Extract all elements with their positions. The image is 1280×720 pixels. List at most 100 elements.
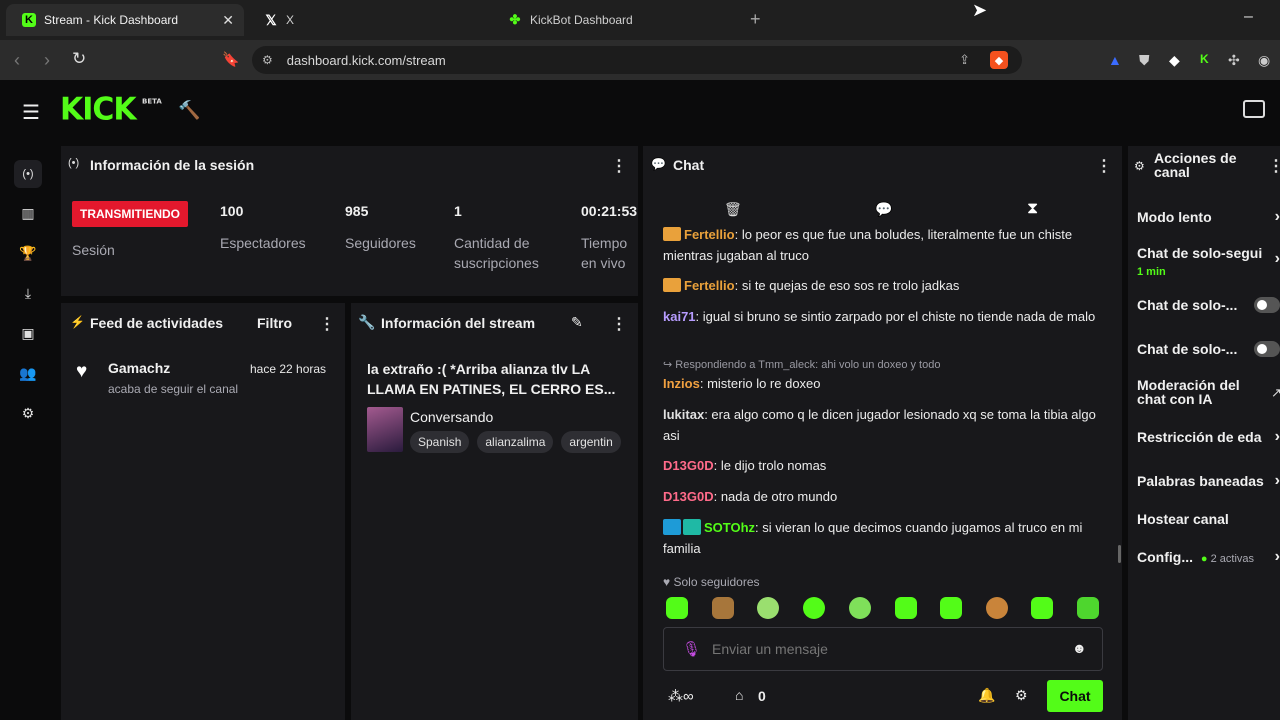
- actions-menu-icon[interactable]: ⋮: [1268, 156, 1280, 176]
- chat-username[interactable]: D13G0D: [663, 458, 714, 473]
- subs-chat-toggle[interactable]: [1254, 297, 1280, 313]
- action-followers-chat[interactable]: Chat de solo-segui › 1 min: [1137, 245, 1280, 280]
- chat-username[interactable]: Fertellio: [684, 278, 735, 293]
- share-icon[interactable]: ⇪: [959, 52, 970, 68]
- chat-username[interactable]: SOTOhz: [704, 520, 755, 535]
- emote-icon[interactable]: [940, 597, 962, 619]
- menu-icon[interactable]: ☰: [22, 100, 40, 125]
- extension-diamond-icon[interactable]: ◆: [1169, 52, 1180, 69]
- chat-username[interactable]: D13G0D: [663, 489, 714, 504]
- download-icon[interactable]: ⤓: [16, 281, 40, 305]
- analytics-icon[interactable]: ▥: [16, 201, 40, 225]
- chat-bubble-icon: 💬: [651, 157, 666, 171]
- action-age-restriction[interactable]: Restricción de eda ›: [1137, 429, 1280, 448]
- chat-username[interactable]: lukitax: [663, 407, 704, 422]
- extension-kick-icon[interactable]: K: [1200, 52, 1209, 66]
- session-menu-icon[interactable]: ⋮: [611, 156, 627, 176]
- action-label: Hostear canal: [1137, 511, 1229, 527]
- settings-icon[interactable]: ⚙: [16, 401, 40, 425]
- community-icon[interactable]: 👥: [16, 361, 40, 385]
- reload-icon[interactable]: ↻: [72, 49, 86, 69]
- emote-icon[interactable]: [757, 597, 779, 619]
- action-config[interactable]: Config... ● 2 activas ›: [1137, 549, 1280, 567]
- action-label: Chat de solo-...: [1137, 297, 1238, 313]
- trophy-icon[interactable]: 🏆: [16, 241, 40, 265]
- tab-x[interactable]: 𝕏 X: [248, 4, 488, 36]
- profile-icon[interactable]: ◉: [1258, 52, 1270, 69]
- new-tab-button[interactable]: +: [750, 9, 761, 30]
- chat-message: lukitax: era algo como q le dicen jugado…: [663, 407, 1096, 443]
- site-info-icon[interactable]: ⚙: [262, 53, 273, 67]
- emote-icon[interactable]: [895, 597, 917, 619]
- address-bar[interactable]: ⚙ dashboard.kick.com/stream ⇪ ◆: [252, 46, 1022, 74]
- action-host-channel[interactable]: Hostear canal: [1137, 511, 1229, 527]
- channel-points-icon[interactable]: ⁂∞: [668, 687, 694, 705]
- emote-icon[interactable]: [803, 597, 825, 619]
- emoji-picker-icon[interactable]: ☻: [1072, 640, 1087, 656]
- chat-message: Fertellio: lo peor es que fue una bolude…: [663, 227, 1073, 263]
- category-name[interactable]: Conversando: [410, 409, 493, 425]
- message-icon[interactable]: 💬: [875, 201, 892, 218]
- kick-logo[interactable]: KICK BETA: [60, 91, 162, 128]
- bookmark-icon[interactable]: 🔖: [222, 51, 239, 68]
- stream-title: la extraño :( *Arriba alianza tlv LA LLA…: [367, 361, 616, 397]
- followers-only-text: Solo seguidores: [673, 575, 760, 589]
- extensions-puzzle-icon[interactable]: ✣: [1228, 52, 1240, 69]
- stream-info-menu-icon[interactable]: ⋮: [611, 314, 627, 334]
- send-chat-button[interactable]: Chat: [1047, 680, 1103, 712]
- emote-icon[interactable]: [849, 597, 871, 619]
- tab-kick-dashboard[interactable]: K Stream - Kick Dashboard ✕: [6, 4, 244, 36]
- chat-message-input[interactable]: [712, 636, 1052, 662]
- microphone-icon[interactable]: 🎙: [682, 640, 701, 658]
- action-subs-chat[interactable]: Chat de solo-...: [1137, 297, 1237, 313]
- action-banned-words[interactable]: Palabras baneadas ›: [1137, 473, 1280, 490]
- store-icon[interactable]: [1243, 100, 1265, 118]
- tab-kickbot[interactable]: ✤ KickBot Dashboard: [492, 4, 738, 36]
- forward-icon[interactable]: ›: [44, 50, 50, 71]
- uptime-label: Tiempo en vivo: [581, 235, 628, 271]
- emote-icon[interactable]: [1077, 597, 1099, 619]
- stream-broadcast-icon[interactable]: (•): [14, 160, 42, 188]
- notifications-icon[interactable]: 🔔: [978, 687, 995, 704]
- chat-input-box[interactable]: 🎙 ☻: [663, 627, 1103, 671]
- hammer-icon[interactable]: 🔨: [178, 100, 200, 121]
- emote-icon[interactable]: [712, 597, 734, 619]
- chat-settings-icon[interactable]: ⚙: [1015, 687, 1028, 704]
- trash-icon[interactable]: 🗑: [724, 201, 742, 218]
- minimize-button[interactable]: –: [1244, 8, 1253, 26]
- emotes-chat-toggle[interactable]: [1254, 341, 1280, 357]
- chat-username[interactable]: Fertellio: [684, 227, 735, 242]
- extension-shield-icon[interactable]: ⛊: [1139, 52, 1150, 69]
- action-slow-mode[interactable]: Modo lento ›: [1137, 209, 1280, 226]
- tag-chip[interactable]: alianzalima: [477, 431, 554, 453]
- back-icon[interactable]: ‹: [14, 50, 20, 71]
- chat-text: si te quejas de eso sos re trolo jadkas: [741, 278, 960, 293]
- extension-m-icon[interactable]: ▲: [1108, 52, 1122, 68]
- og-badge-icon: [683, 519, 701, 535]
- emote-icon[interactable]: [1031, 597, 1053, 619]
- session-label: Sesión: [72, 242, 115, 258]
- bot-icon[interactable]: ▣: [16, 321, 40, 345]
- category-thumbnail[interactable]: [367, 407, 403, 452]
- edit-icon[interactable]: ✎: [571, 314, 583, 331]
- chat-scrollbar[interactable]: [1118, 545, 1121, 563]
- feed-filter-button[interactable]: Filtro: [257, 315, 292, 331]
- action-ai-moderation[interactable]: Moderación del chat con IA: [1137, 378, 1247, 406]
- feed-menu-icon[interactable]: ⋮: [319, 314, 335, 334]
- external-link-icon[interactable]: ↗: [1271, 385, 1280, 401]
- brave-shield-icon[interactable]: ◆: [990, 51, 1008, 69]
- tag-chip[interactable]: Spanish: [410, 431, 470, 453]
- chat-menu-icon[interactable]: ⋮: [1096, 156, 1112, 176]
- close-tab-icon[interactable]: ✕: [222, 12, 234, 29]
- tag-chip[interactable]: argentin: [561, 431, 621, 453]
- store-small-icon[interactable]: ⌂: [735, 687, 743, 703]
- hourglass-icon[interactable]: ⧗: [1027, 200, 1038, 218]
- feed-user[interactable]: Gamachz: [108, 360, 170, 376]
- action-label: Restricción de eda: [1137, 429, 1262, 445]
- emote-icon[interactable]: [666, 597, 688, 619]
- emote-icon[interactable]: [986, 597, 1008, 619]
- action-emotes-chat[interactable]: Chat de solo-...: [1137, 341, 1237, 357]
- chat-username[interactable]: Inzios: [663, 376, 700, 391]
- chat-username[interactable]: kai71: [663, 309, 696, 324]
- chat-text: misterio lo re doxeo: [707, 376, 821, 391]
